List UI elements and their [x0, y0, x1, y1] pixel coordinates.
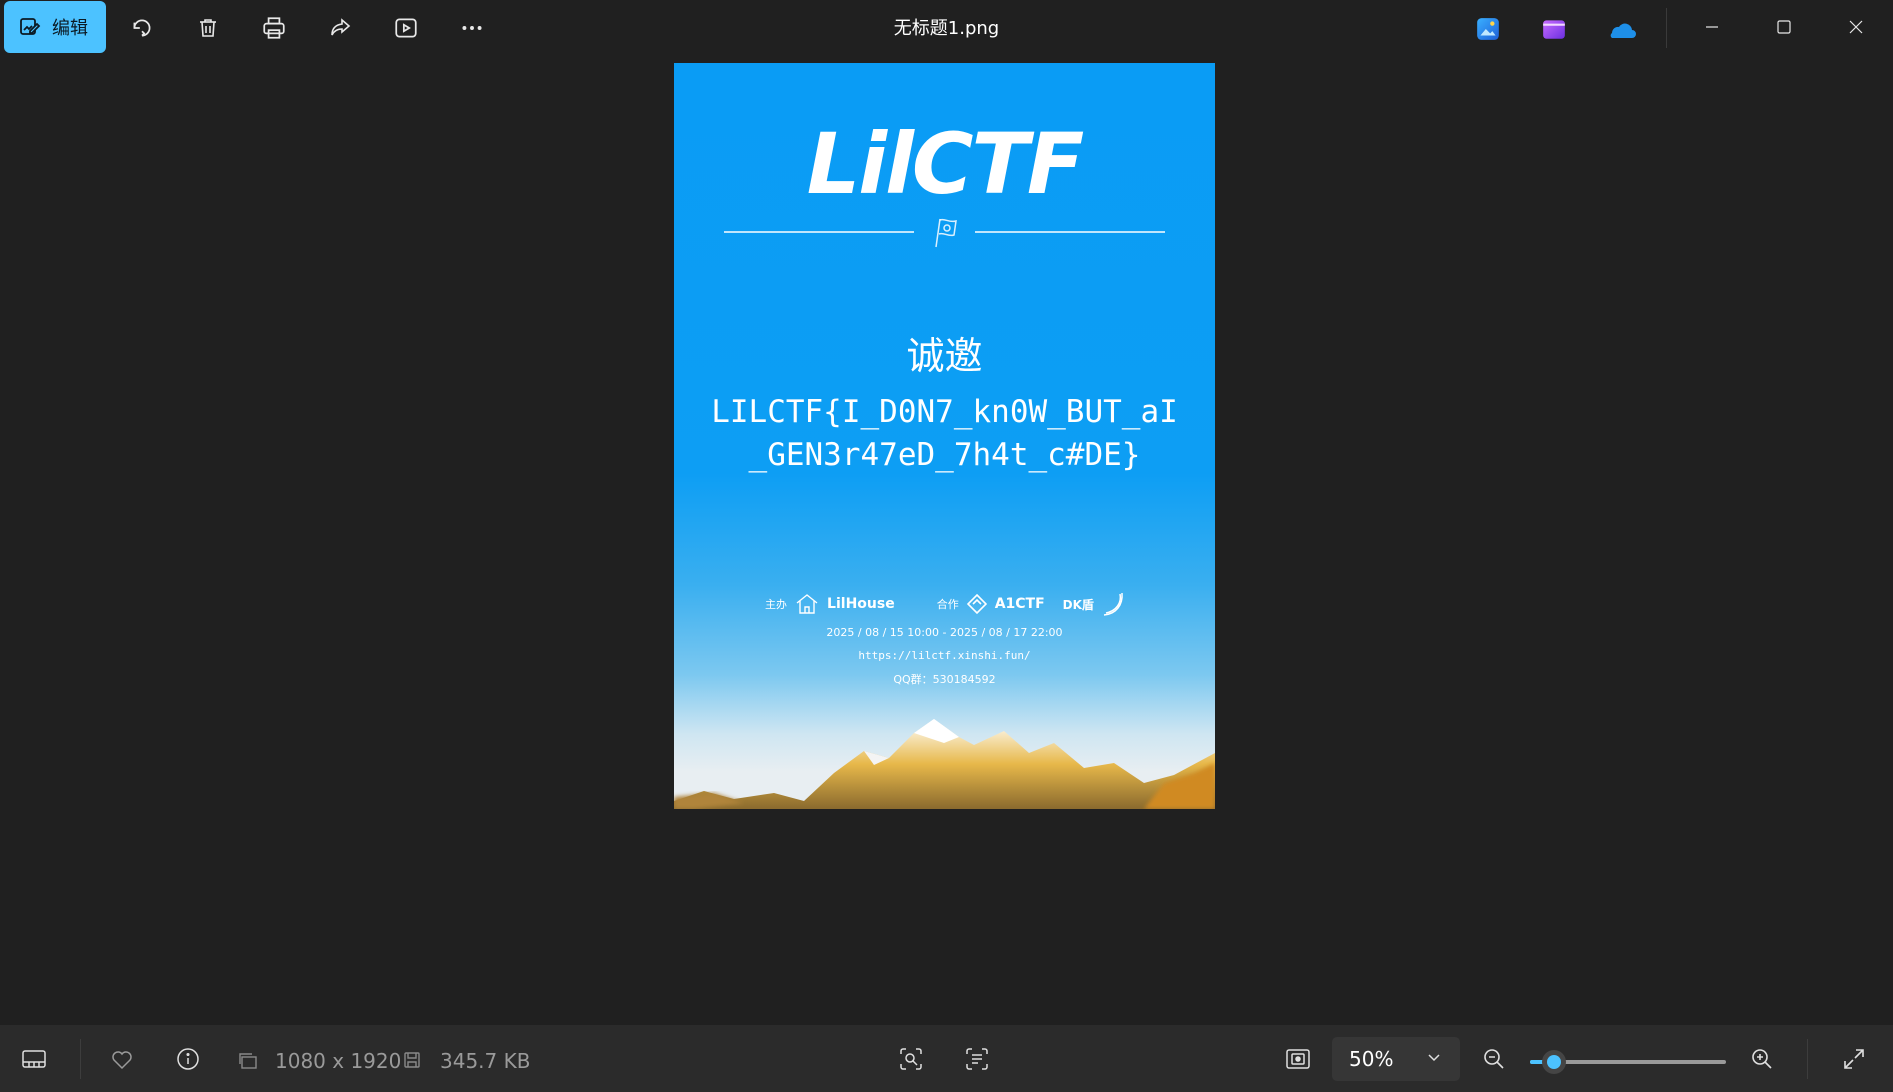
- info-icon: [177, 1048, 199, 1070]
- edit-button-label: 编辑: [52, 18, 88, 39]
- poster-flag-text: LILCTF{I_D0N7_kn0W_BUT_aI_GEN3r47eD_7h4t…: [711, 394, 1178, 473]
- zoom-in-icon: [1752, 1049, 1772, 1069]
- photo-editor-icon: [1477, 18, 1499, 40]
- top-toolbar: 编辑 无标题1.png: [0, 0, 1893, 62]
- toolbar-separator: [1666, 8, 1667, 48]
- poster-logo: LilCTF: [806, 115, 1084, 213]
- partner-name: A1CTF: [994, 596, 1045, 612]
- poster-divider-right: [975, 231, 1165, 233]
- dk-swoosh-icon: [1103, 592, 1123, 616]
- zoom-slider-dot: [1546, 1055, 1561, 1069]
- visual-search-button[interactable]: [891, 1039, 931, 1079]
- slideshow-icon: [395, 18, 417, 38]
- rotate-icon: [133, 19, 151, 37]
- zoom-in-button[interactable]: [1742, 1039, 1782, 1079]
- share-icon: [331, 18, 351, 36]
- a1ctf-logo-icon: [966, 594, 987, 614]
- favorite-button[interactable]: [102, 1039, 142, 1079]
- poster-qq: QQ群：530184592: [893, 673, 996, 686]
- zoom-dropdown[interactable]: 50%: [1332, 1037, 1460, 1081]
- visual-search-icon: [900, 1048, 922, 1070]
- partner2-name: DK盾: [1062, 597, 1094, 612]
- fit-to-window-icon: [1286, 1049, 1310, 1069]
- host-name: LilHouse: [827, 596, 895, 612]
- filmstrip-button[interactable]: [14, 1039, 54, 1079]
- edit-button[interactable]: 编辑: [4, 1, 106, 53]
- filmstrip-icon: [22, 1050, 46, 1068]
- info-button[interactable]: [168, 1039, 208, 1079]
- poster-url: https://lilctf.xinshi.fun/: [858, 649, 1031, 662]
- maximize-button[interactable]: [1754, 6, 1814, 48]
- host-label: 主办: [765, 598, 788, 611]
- more-icon: [462, 26, 482, 30]
- chevron-down-icon: [1428, 1054, 1440, 1062]
- heart-icon: [112, 1051, 132, 1070]
- poster-divider-left: [724, 231, 914, 233]
- fit-to-window-button[interactable]: [1278, 1039, 1318, 1079]
- lilhouse-logo-icon: [796, 594, 818, 614]
- bottom-separator-right: [1807, 1039, 1808, 1079]
- bottom-status-bar: 1080 x 1920 345.7 KB 50%: [0, 1025, 1893, 1092]
- poster-dates: 2025 / 08 / 15 10:00 - 2025 / 08 / 17 22…: [826, 626, 1063, 639]
- bottom-separator: [80, 1039, 81, 1079]
- zoom-out-button[interactable]: [1474, 1039, 1514, 1079]
- partner-label: 合作: [936, 598, 959, 611]
- clipchamp-button[interactable]: [1537, 12, 1571, 46]
- more-button[interactable]: [452, 8, 492, 48]
- photo-editor-button[interactable]: [1471, 12, 1505, 46]
- close-icon: [1849, 20, 1863, 34]
- fullscreen-button[interactable]: [1834, 1039, 1874, 1079]
- zoom-out-icon: [1484, 1049, 1504, 1069]
- delete-button[interactable]: [188, 8, 228, 48]
- poster-invite: 诚邀: [906, 334, 983, 378]
- clipchamp-icon: [1543, 20, 1565, 39]
- mountain-image: [674, 719, 1215, 809]
- poster-sponsors: 主办 LilHouse 合作 A1CTF DK盾: [674, 591, 1215, 617]
- fullscreen-icon: [1844, 1049, 1864, 1069]
- minimize-button[interactable]: [1682, 6, 1742, 48]
- scan-text-icon: [966, 1048, 988, 1070]
- edit-icon: [20, 18, 41, 35]
- minimize-icon: [1706, 26, 1718, 28]
- share-button[interactable]: [320, 8, 360, 48]
- flag-icon: [935, 218, 957, 248]
- disk-icon: [404, 1052, 420, 1068]
- onedrive-button[interactable]: [1603, 12, 1637, 46]
- onedrive-icon: [1610, 23, 1636, 38]
- delete-icon: [200, 19, 216, 37]
- close-button[interactable]: [1826, 6, 1886, 48]
- file-size: 345.7 KB: [440, 1049, 531, 1073]
- image-dimensions: 1080 x 1920: [275, 1049, 402, 1073]
- window-title: 无标题1.png: [893, 18, 1000, 39]
- resolution-icon: [239, 1053, 257, 1069]
- rotate-button[interactable]: [122, 8, 162, 48]
- zoom-value: 50%: [1349, 1047, 1394, 1071]
- print-icon: [263, 17, 285, 39]
- maximize-icon: [1777, 20, 1791, 34]
- print-button[interactable]: [254, 8, 294, 48]
- image-canvas[interactable]: LilCTF 诚邀 LILCTF{I_D0N7_kn0W_BUT_aI_GEN3…: [674, 63, 1215, 809]
- slideshow-button[interactable]: [386, 8, 426, 48]
- zoom-slider-thumb[interactable]: [1541, 1050, 1566, 1074]
- scan-text-button[interactable]: [957, 1039, 997, 1079]
